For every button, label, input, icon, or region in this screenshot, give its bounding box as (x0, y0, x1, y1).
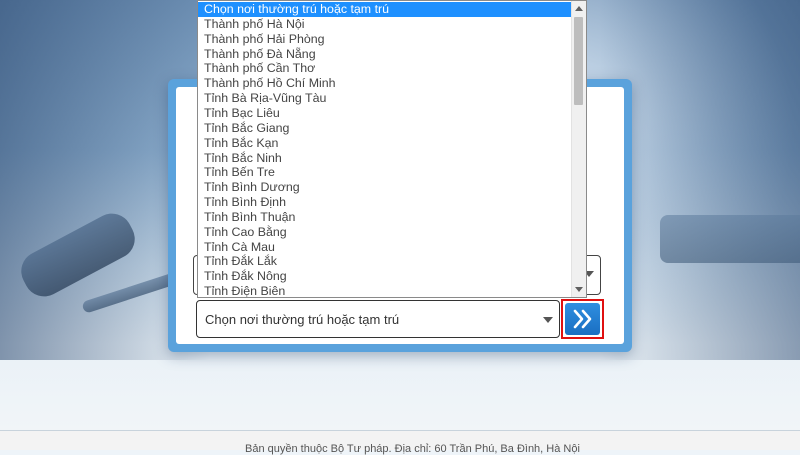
dropdown-option[interactable]: Tỉnh Bạc Liêu (198, 106, 573, 121)
dropdown-option[interactable]: Thành phố Cần Thơ (198, 61, 573, 76)
submit-button[interactable] (565, 303, 600, 335)
dropdown-option[interactable]: Thành phố Hà Nội (198, 17, 573, 32)
dropdown-option[interactable]: Tỉnh Cà Mau (198, 240, 573, 255)
dropdown-option[interactable]: Tỉnh Bến Tre (198, 165, 573, 180)
dropdown-option[interactable]: Tỉnh Bình Thuận (198, 210, 573, 225)
dropdown-option[interactable]: Tỉnh Đắk Lắk (198, 254, 573, 269)
dropdown-scrollbar[interactable] (571, 1, 586, 297)
double-chevron-right-icon (573, 309, 592, 329)
scroll-down-arrow-icon[interactable] (575, 287, 583, 292)
dropdown-option[interactable]: Tỉnh Đắk Nông (198, 269, 573, 284)
footer-copyright: Bản quyền thuộc Bộ Tư pháp. Địa chỉ: 60 … (245, 443, 580, 455)
residence-dropdown-list[interactable]: Chọn nơi thường trú hoặc tạm trú Thành ph… (197, 0, 587, 298)
dropdown-option[interactable]: Thành phố Hồ Chí Minh (198, 76, 573, 91)
dropdown-option[interactable]: Thành phố Đà Nẵng (198, 47, 573, 62)
residence-select-value: Chọn nơi thường trú hoặc tạm trú (205, 312, 400, 327)
scale-illustration (660, 215, 800, 263)
dropdown-option[interactable]: Thành phố Hải Phòng (198, 32, 573, 47)
dropdown-option[interactable]: Tỉnh Bắc Ninh (198, 151, 573, 166)
dropdown-option-placeholder[interactable]: Chọn nơi thường trú hoặc tạm trú (198, 2, 573, 17)
dropdown-option[interactable]: Tỉnh Bắc Kạn (198, 136, 573, 151)
dropdown-option[interactable]: Tỉnh Bình Định (198, 195, 573, 210)
dropdown-option[interactable]: Tỉnh Bình Dương (198, 180, 573, 195)
submit-button-highlight (561, 299, 604, 339)
dropdown-option[interactable]: Tỉnh Bắc Giang (198, 121, 573, 136)
dropdown-option[interactable]: Tỉnh Điện Biên (198, 284, 573, 297)
residence-select[interactable]: Chọn nơi thường trú hoặc tạm trú (196, 300, 560, 338)
scrollbar-thumb[interactable] (574, 17, 583, 105)
dropdown-option[interactable]: Tỉnh Bà Rịa-Vũng Tàu (198, 91, 573, 106)
chevron-down-icon (543, 317, 553, 323)
scroll-up-arrow-icon[interactable] (575, 6, 583, 11)
dropdown-option[interactable]: Tỉnh Cao Bằng (198, 225, 573, 240)
